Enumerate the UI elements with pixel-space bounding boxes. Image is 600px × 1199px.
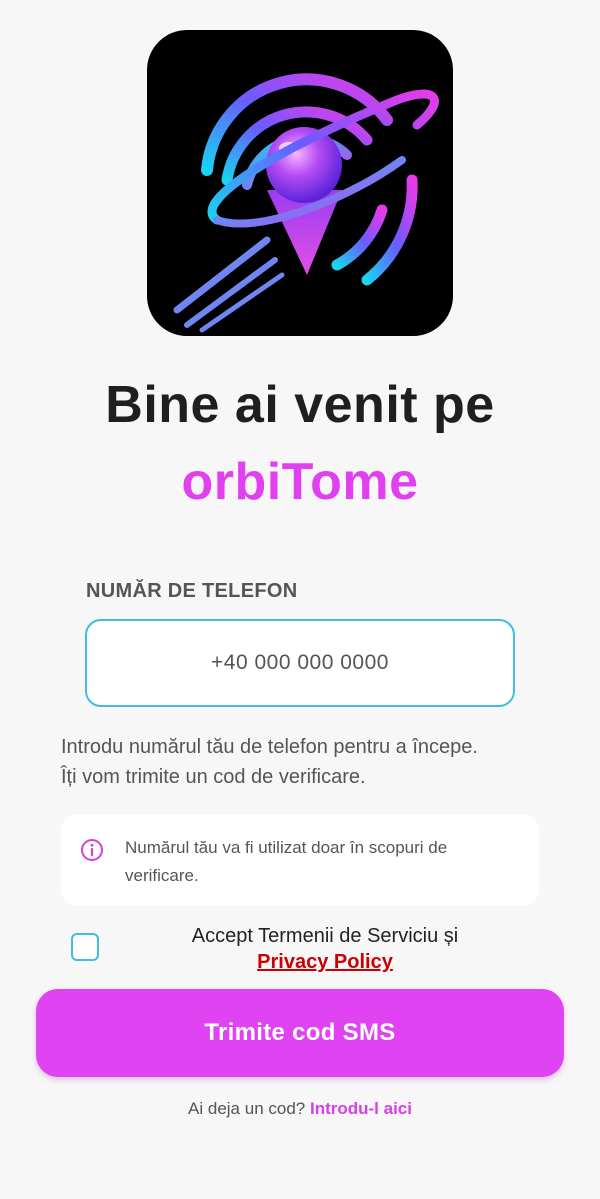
have-code-prompt: Ai deja un cod? Introdu-l aici — [0, 1099, 600, 1119]
terms-text: Accept Termenii de Serviciu și Privacy P… — [130, 923, 520, 975]
brand-name: orbiTome — [181, 453, 419, 511]
privacy-policy-link[interactable]: Privacy Policy — [257, 949, 393, 975]
notice-text: Numărul tău va fi utilizat doar în scopu… — [125, 838, 448, 885]
terms-checkbox[interactable] — [71, 933, 99, 961]
helper-line-1: Introdu numărul tău de telefon pentru a … — [61, 736, 478, 758]
info-icon — [81, 839, 103, 861]
phone-label: NUMĂR DE TELEFON — [86, 580, 298, 602]
app-logo — [147, 30, 453, 336]
terms-label: Accept Termenii de Serviciu și — [191, 925, 459, 947]
enter-code-link[interactable]: Introdu-l aici — [310, 1099, 412, 1118]
have-code-question: Ai deja un cod? — [188, 1099, 306, 1118]
verification-notice: Numărul tău va fi utilizat doar în scopu… — [61, 814, 539, 906]
welcome-title: Bine ai venit pe — [105, 376, 495, 434]
phone-input[interactable] — [85, 619, 515, 707]
orbit-location-pin-icon — [173, 73, 439, 333]
helper-text: Introdu numărul tău de telefon pentru a … — [61, 732, 561, 792]
send-sms-button[interactable]: Trimite cod SMS — [36, 989, 564, 1077]
helper-line-2: Îți vom trimite un cod de verificare. — [61, 766, 366, 788]
